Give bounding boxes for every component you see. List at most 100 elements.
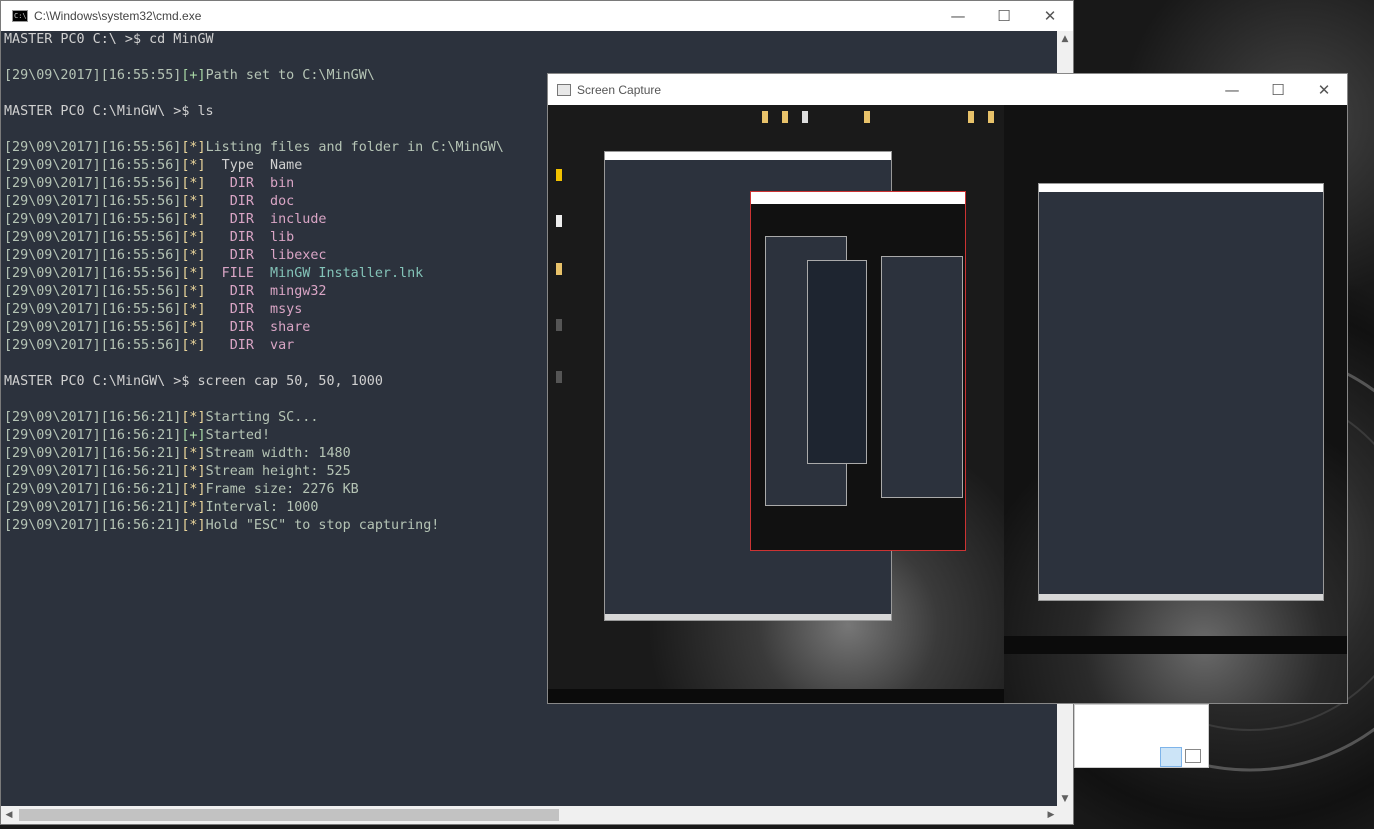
captured-taskbar: [548, 689, 1004, 703]
screen-capture-title: Screen Capture: [577, 82, 662, 97]
listing-entry-type: DIR: [205, 320, 254, 335]
listing-entry-name: share: [253, 320, 311, 335]
screen-capture-window[interactable]: Screen Capture — ☐ ✕: [547, 73, 1348, 704]
captured-desktop-left: [548, 105, 1004, 703]
scroll-up-arrow-icon[interactable]: ▲: [1057, 31, 1073, 47]
listing-entry-type: DIR: [205, 248, 254, 263]
desktop-folder-icon: [782, 111, 788, 123]
log-tag: [*]: [181, 248, 206, 263]
console-prompt: MASTER PC0 C:\ >$ cd MinGW: [4, 32, 214, 47]
minimize-button[interactable]: —: [935, 1, 981, 31]
desktop-file-icon: [556, 215, 562, 227]
listing-entry-name: include: [253, 212, 327, 227]
listing-entry-name: msys: [253, 302, 303, 317]
close-button[interactable]: ✕: [1027, 1, 1073, 31]
log-tag: [*]: [181, 482, 206, 497]
captured-cmd-title-right: [1039, 184, 1323, 192]
log-tag: [*]: [181, 140, 206, 155]
log-timestamp: [29\09\2017][16:55:56]: [4, 320, 182, 335]
log-tag: [*]: [181, 194, 206, 209]
listing-entry-type: DIR: [205, 194, 254, 209]
desktop-folder-icon: [968, 111, 974, 123]
cmd-titlebar[interactable]: C:\ C:\Windows\system32\cmd.exe — ☐ ✕: [1, 1, 1073, 31]
log-tag: [*]: [181, 266, 206, 281]
log-tag: [*]: [181, 464, 206, 479]
log-message: Hold "ESC" to stop capturing!: [205, 518, 440, 533]
log-timestamp: [29\09\2017][16:56:21]: [4, 482, 182, 497]
log-timestamp: [29\09\2017][16:56:21]: [4, 446, 182, 461]
screen-capture-titlebar[interactable]: Screen Capture — ☐ ✕: [548, 74, 1347, 105]
listing-header-name: Name: [253, 158, 303, 173]
console-prompt: MASTER PC0 C:\MinGW\ >$ screen cap 50, 5…: [4, 374, 383, 389]
captured-cmd-scrollbar-right: [1039, 594, 1323, 600]
log-timestamp: [29\09\2017][16:56:21]: [4, 518, 182, 533]
horizontal-scrollbar[interactable]: ◀ ▶: [1, 806, 1059, 824]
close-button[interactable]: ✕: [1301, 75, 1347, 105]
log-timestamp: [29\09\2017][16:55:56]: [4, 248, 182, 263]
log-tag: [*]: [181, 500, 206, 515]
horizontal-scroll-thumb[interactable]: [19, 809, 559, 821]
recursive-capture-window: [750, 191, 966, 551]
log-message: Stream width: 1480: [205, 446, 351, 461]
console-line: MASTER PC0 C:\ >$ cd MinGW: [4, 31, 1059, 49]
log-timestamp: [29\09\2017][16:55:55]: [4, 68, 182, 83]
listing-entry-type: FILE: [205, 266, 254, 281]
listing-entry-name: MinGW Installer.lnk: [253, 266, 424, 281]
maximize-button[interactable]: ☐: [1255, 75, 1301, 105]
log-tag: [*]: [181, 230, 206, 245]
scroll-down-arrow-icon[interactable]: ▼: [1057, 791, 1073, 807]
log-tag: [*]: [181, 338, 206, 353]
recursive-capture-title: [751, 192, 965, 204]
console-icon: C:\: [12, 10, 28, 22]
log-tag: [*]: [181, 302, 206, 317]
log-tag: [*]: [181, 158, 206, 173]
log-message: Starting SC...: [205, 410, 319, 425]
log-timestamp: [29\09\2017][16:55:56]: [4, 140, 182, 155]
log-timestamp: [29\09\2017][16:56:21]: [4, 410, 182, 425]
log-tag: [+]: [181, 428, 206, 443]
window-title: C:\Windows\system32\cmd.exe: [34, 9, 202, 23]
captured-frame: [548, 105, 1347, 703]
listing-entry-type: DIR: [205, 338, 254, 353]
log-timestamp: [29\09\2017][16:56:21]: [4, 500, 182, 515]
log-timestamp: [29\09\2017][16:55:56]: [4, 194, 182, 209]
maximize-button[interactable]: ☐: [981, 1, 1027, 31]
minimize-button[interactable]: —: [1209, 75, 1255, 105]
screen-capture-app-icon: [557, 83, 571, 96]
captured-desktop-right: [1004, 105, 1347, 703]
log-timestamp: [29\09\2017][16:55:56]: [4, 284, 182, 299]
log-timestamp: [29\09\2017][16:55:56]: [4, 212, 182, 227]
desktop-folder-icon: [762, 111, 768, 123]
log-timestamp: [29\09\2017][16:55:56]: [4, 266, 182, 281]
scroll-left-arrow-icon[interactable]: ◀: [1, 806, 17, 824]
log-message: Started!: [205, 428, 271, 443]
log-tag: [*]: [181, 212, 206, 227]
desktop-app-icon: [556, 319, 562, 331]
log-timestamp: [29\09\2017][16:56:21]: [4, 428, 182, 443]
log-timestamp: [29\09\2017][16:55:56]: [4, 302, 182, 317]
log-timestamp: [29\09\2017][16:55:56]: [4, 230, 182, 245]
log-message: Interval: 1000: [205, 500, 319, 515]
log-message: Stream height: 525: [205, 464, 351, 479]
desktop-warning-icon: [556, 169, 562, 181]
log-tag: [*]: [181, 176, 206, 191]
listing-entry-name: mingw32: [253, 284, 327, 299]
large-icons-view-icon[interactable]: [1185, 749, 1201, 763]
log-tag: [+]: [181, 68, 206, 83]
log-tag: [*]: [181, 320, 206, 335]
listing-entry-name: lib: [253, 230, 295, 245]
listing-entry-name: doc: [253, 194, 295, 209]
desktop-file-icon: [802, 111, 808, 123]
log-timestamp: [29\09\2017][16:55:56]: [4, 158, 182, 173]
log-message: Frame size: 2276 KB: [205, 482, 359, 497]
log-timestamp: [29\09\2017][16:55:56]: [4, 338, 182, 353]
recursive-capture-window-2: [807, 260, 867, 464]
listing-header-type: Type: [205, 158, 254, 173]
captured-cmd-window-right: [1038, 183, 1324, 601]
log-timestamp: [29\09\2017][16:56:21]: [4, 464, 182, 479]
details-view-icon[interactable]: [1160, 747, 1182, 767]
log-tag: [*]: [181, 410, 206, 425]
log-tag: [*]: [181, 284, 206, 299]
console-prompt: MASTER PC0 C:\MinGW\ >$ ls: [4, 104, 214, 119]
